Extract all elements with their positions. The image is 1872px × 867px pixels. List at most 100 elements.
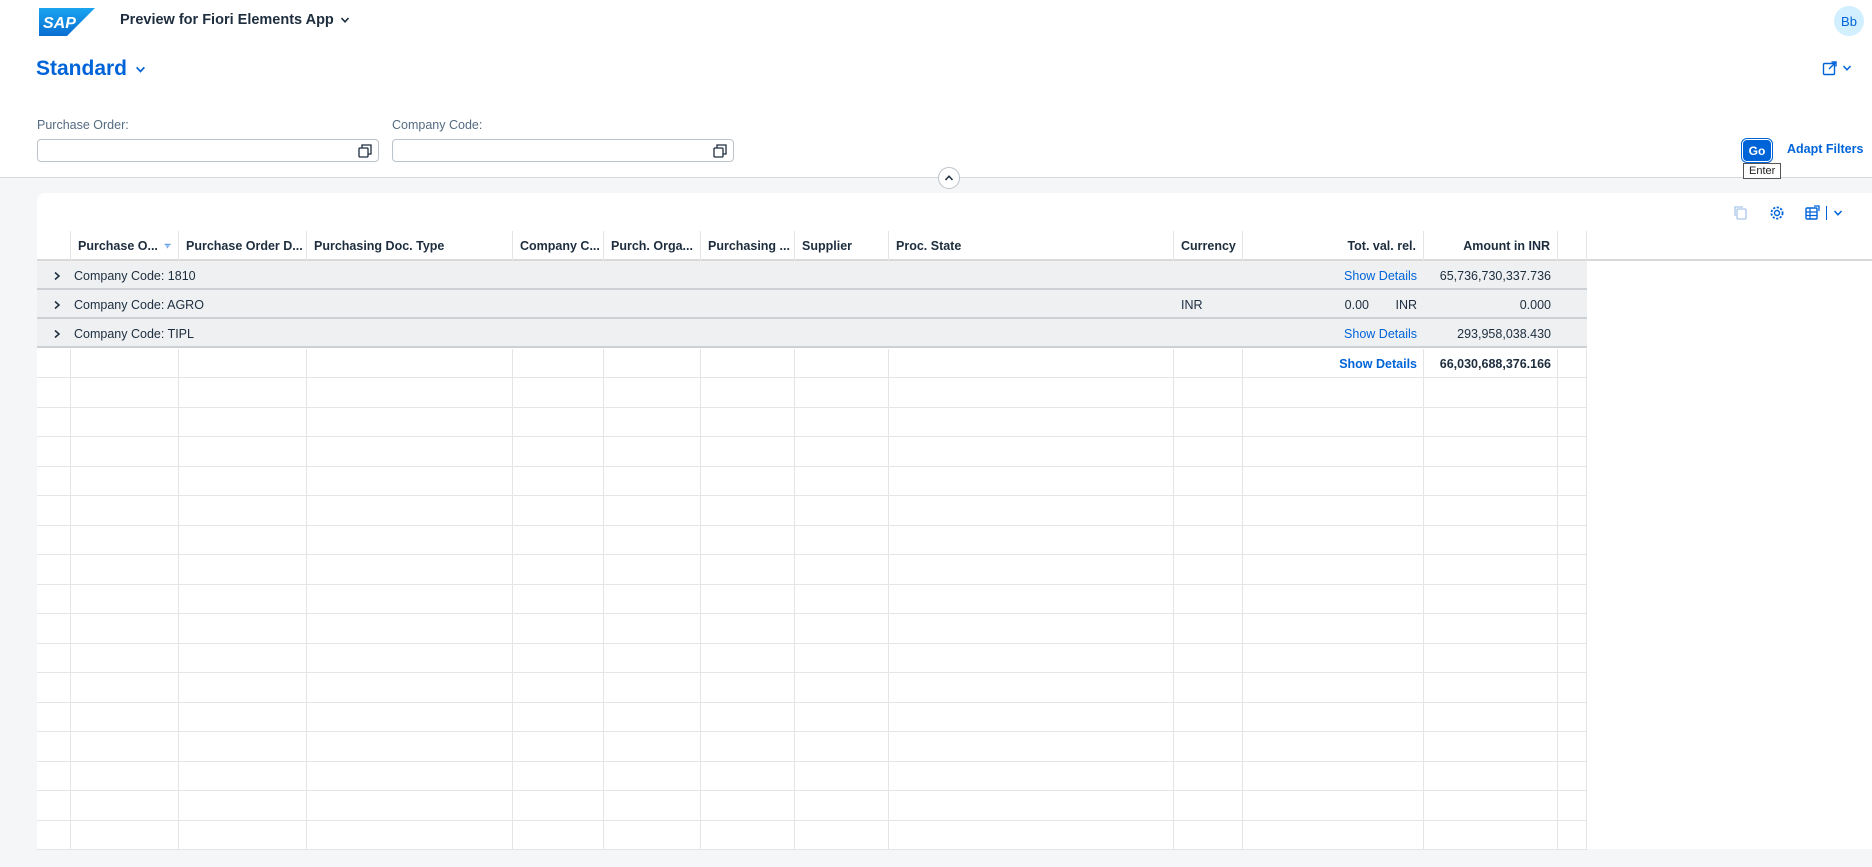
settings-button[interactable] — [1767, 203, 1787, 223]
currency-value: INR — [1181, 297, 1203, 312]
empty-row — [37, 585, 1587, 614]
empty-row — [37, 378, 1587, 408]
column-divider — [1173, 349, 1174, 850]
total-show-details-link[interactable]: Show Details — [1333, 349, 1417, 378]
empty-row — [37, 732, 1587, 762]
variant-selector[interactable]: Standard — [36, 57, 146, 81]
sap-logo[interactable]: SAP — [39, 8, 95, 36]
empty-row — [37, 408, 1587, 437]
chevron-right-icon[interactable] — [53, 271, 61, 281]
column-divider — [1586, 349, 1587, 850]
column-header-company-code[interactable]: Company C... — [513, 231, 604, 261]
total-row: Show Details 66,030,688,376.166 — [37, 349, 1587, 378]
go-label: Go — [1748, 143, 1766, 158]
column-header-currency[interactable]: Currency — [1174, 231, 1243, 261]
export-button[interactable] — [1804, 203, 1844, 223]
chevron-right-icon[interactable] — [53, 300, 61, 310]
column-divider — [1242, 349, 1243, 850]
column-header-proc-state[interactable]: Proc. State — [889, 231, 1174, 261]
column-header-purchase-order-date[interactable]: Purchase Order D... — [179, 231, 307, 261]
column-header-purchasing-group[interactable]: Purchasing ... — [701, 231, 795, 261]
column-header-spacer — [1558, 231, 1587, 261]
copy-icon — [1734, 206, 1747, 220]
column-divider — [888, 349, 889, 850]
amount-value: 293,958,038.430 — [1457, 326, 1551, 341]
export-icon — [1805, 205, 1820, 220]
group-row-1810[interactable]: Company Code: 1810 Show Details 65,736,7… — [37, 261, 1587, 290]
table-header-row: Purchase O... Purchase Order D... Purcha… — [37, 231, 1872, 261]
empty-row — [37, 762, 1587, 791]
empty-row — [37, 526, 1587, 555]
collapse-header-button[interactable] — [938, 167, 960, 189]
column-header-purchase-order[interactable]: Purchase O... — [71, 231, 179, 261]
empty-row — [37, 614, 1587, 644]
column-divider — [306, 349, 307, 850]
column-header-purch-org[interactable]: Purch. Orga... — [604, 231, 701, 261]
column-header-label: Supplier — [802, 239, 853, 253]
chevron-down-icon — [1842, 65, 1852, 71]
show-details-link[interactable]: Show Details — [1343, 319, 1417, 348]
amount-value: 65,736,730,337.736 — [1439, 268, 1551, 283]
share-button[interactable] — [1822, 60, 1852, 76]
empty-row — [37, 791, 1587, 821]
column-divider — [178, 349, 179, 850]
user-avatar[interactable]: Bb — [1834, 6, 1864, 36]
column-header-label: Company C... — [520, 239, 600, 253]
column-header-supplier[interactable]: Supplier — [795, 231, 889, 261]
row-expander-header — [37, 231, 71, 261]
page-header: Standard Purchase Order: Company Code: G… — [0, 44, 1872, 179]
column-header-label: Purch. Orga... — [611, 239, 693, 253]
shell-bar: SAP Preview for Fiori Elements App Bb — [0, 0, 1872, 44]
empty-row — [37, 437, 1587, 467]
go-button[interactable]: Go — [1741, 138, 1773, 163]
copy-button[interactable] — [1731, 203, 1751, 223]
column-divider — [1557, 349, 1558, 850]
chevron-down-icon — [1833, 210, 1843, 216]
empty-row — [37, 821, 1587, 850]
tot-val-value: 0.00 — [1344, 297, 1369, 312]
chevron-up-icon — [944, 175, 954, 181]
purchase-order-input[interactable] — [37, 139, 379, 162]
adapt-filters-button[interactable]: Adapt Filters — [1787, 142, 1863, 156]
empty-row — [37, 555, 1587, 585]
column-header-label: Purchasing ... — [708, 239, 790, 253]
empty-row — [37, 644, 1587, 673]
column-header-label: Purchasing Doc. Type — [314, 239, 445, 253]
total-amount-value: 66,030,688,376.166 — [1439, 356, 1551, 371]
tot-val-currency: INR — [1395, 297, 1417, 312]
column-header-label: Currency — [1181, 239, 1236, 253]
group-row-agro[interactable]: Company Code: AGRO INR 0.00 INR 0.000 — [37, 290, 1587, 319]
company-code-label: Company Code: — [392, 118, 483, 132]
chevron-down-icon — [340, 17, 349, 23]
column-header-purchasing-doc-type[interactable]: Purchasing Doc. Type — [307, 231, 513, 261]
column-divider — [70, 349, 71, 850]
group-label: Company Code: 1810 — [74, 268, 196, 283]
column-header-amount-inr[interactable]: Amount in INR — [1424, 231, 1558, 261]
empty-row — [37, 673, 1587, 703]
company-code-input[interactable] — [392, 139, 734, 162]
column-header-label: Amount in INR — [1463, 239, 1550, 253]
empty-row — [37, 496, 1587, 526]
value-help-icon[interactable] — [358, 144, 372, 158]
share-icon — [1822, 61, 1837, 76]
amount-value: 0.000 — [1519, 297, 1551, 312]
svg-text:SAP: SAP — [43, 15, 76, 32]
column-divider — [794, 349, 795, 850]
purchase-order-label: Purchase Order: — [37, 118, 129, 132]
go-tooltip: Enter — [1743, 163, 1782, 179]
column-header-label: Purchase Order D... — [186, 239, 303, 253]
app-title: Preview for Fiori Elements App — [120, 12, 334, 28]
column-header-label: Tot. val. rel. — [1347, 239, 1416, 253]
chevron-right-icon[interactable] — [53, 329, 61, 339]
value-help-icon[interactable] — [713, 144, 727, 158]
column-divider — [1423, 349, 1424, 850]
app-title-menu[interactable]: Preview for Fiori Elements App — [120, 12, 350, 28]
group-row-tipl[interactable]: Company Code: TIPL Show Details 293,958,… — [37, 319, 1587, 348]
column-header-label: Purchase O... — [78, 239, 158, 253]
show-details-link[interactable]: Show Details — [1343, 261, 1417, 290]
column-header-label: Proc. State — [896, 239, 962, 253]
column-header-tot-val-rel[interactable]: Tot. val. rel. — [1243, 231, 1424, 261]
group-label: Company Code: TIPL — [74, 326, 194, 341]
sort-icon — [164, 243, 171, 249]
group-label: Company Code: AGRO — [74, 297, 204, 312]
